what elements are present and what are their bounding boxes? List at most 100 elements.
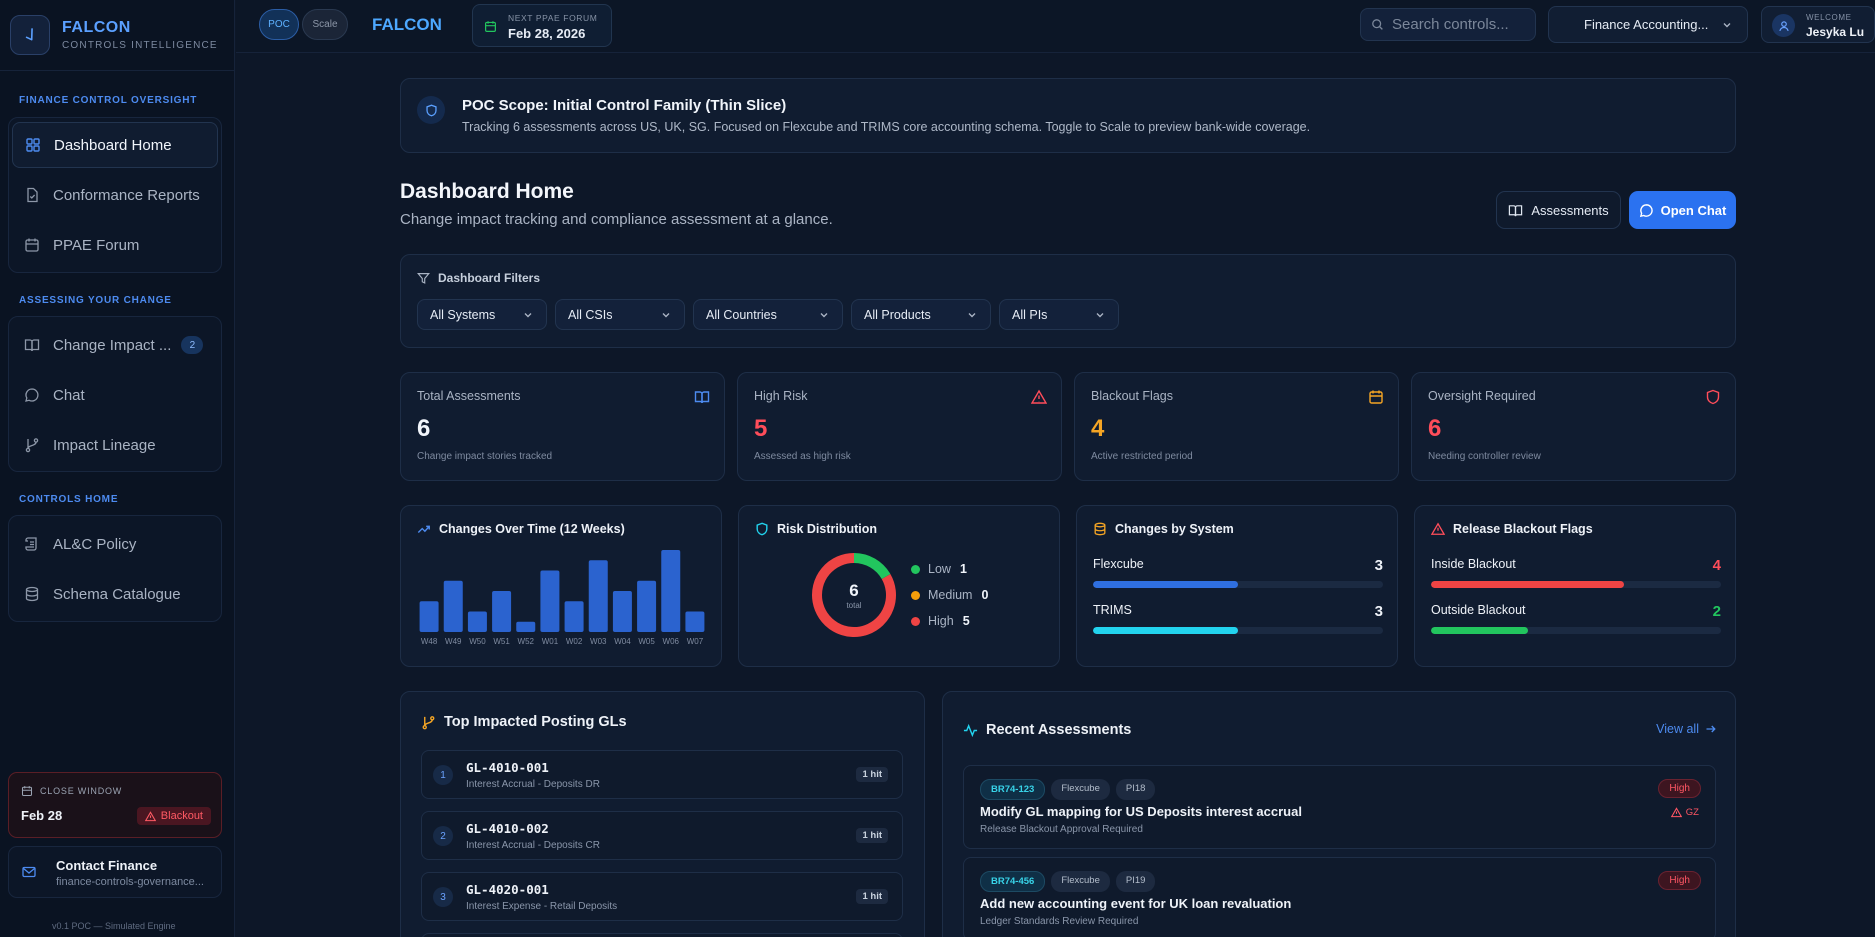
bar-W50[interactable] — [467, 611, 487, 633]
filter-products[interactable]: All Products — [851, 299, 991, 330]
forum-label: NEXT PPAE FORUM — [508, 13, 598, 23]
sidebar-item-change-impact[interactable]: Change Impact ... 2 — [12, 322, 218, 368]
assessment-subtitle: Release Blackout Approval Required — [980, 824, 1143, 835]
scope-description: Tracking 6 assessments across US, UK, SG… — [462, 120, 1311, 134]
search-input[interactable] — [1392, 16, 1522, 33]
bar-W03[interactable] — [588, 560, 608, 632]
sidebar-item-dashboard-home[interactable]: Dashboard Home — [12, 122, 218, 168]
stat-card-oversight-required[interactable]: Oversight Required 6 Needing controller … — [1411, 372, 1736, 481]
recent-assessments-panel: Recent Assessments View all BR74-123 Fle… — [942, 691, 1736, 937]
assessment-id-tag[interactable]: BR74-123 — [980, 779, 1046, 800]
gl-hit-badge: 1 hit — [856, 828, 888, 843]
assessments-button[interactable]: Assessments — [1496, 191, 1621, 229]
assessment-list-item[interactable]: BR74-456 Flexcube PI19 Add new accountin… — [963, 857, 1716, 937]
sidebar-item-chat[interactable]: Chat — [12, 372, 218, 418]
bar-W07[interactable] — [685, 611, 705, 633]
blackout-row-inside: Inside Blackout 4 — [1431, 557, 1721, 588]
gl-list-item[interactable]: 3 GL-4020-001 Interest Expense - Retail … — [421, 872, 903, 921]
file-check-icon — [27, 187, 38, 203]
bar-W02[interactable] — [564, 601, 584, 632]
assessment-pi-tag: PI19 — [1115, 871, 1156, 892]
open-chat-button[interactable]: Open Chat — [1629, 191, 1736, 229]
legend-high: High 5 — [911, 614, 970, 628]
stat-card-high-risk[interactable]: High Risk 5 Assessed as high risk — [737, 372, 1062, 481]
chevron-down-icon — [662, 312, 670, 317]
system-count: 3 — [1374, 603, 1383, 620]
search-box[interactable] — [1360, 8, 1536, 41]
filter-pis[interactable]: All PIs — [999, 299, 1119, 330]
calendar-icon — [1369, 390, 1383, 404]
user-menu[interactable]: WELCOME Jesyka Lu — [1761, 6, 1875, 43]
sidebar-item-label: Change Impact ... — [53, 336, 172, 354]
gl-list-item[interactable]: 1 GL-4010-001 Interest Accrual - Deposit… — [421, 750, 903, 799]
contact-email[interactable]: finance-controls-governance... — [56, 876, 216, 888]
chevron-down-icon — [820, 312, 828, 317]
mode-scale-button[interactable]: Scale — [302, 9, 348, 40]
filter-csis[interactable]: All CSIs — [555, 299, 685, 330]
stat-card-blackout-flags[interactable]: Blackout Flags 4 Active restricted perio… — [1074, 372, 1399, 481]
book-icon — [1509, 204, 1523, 216]
dashboard-filters: Dashboard Filters All Systems All CSIs A… — [400, 254, 1736, 348]
sidebar: FALCON CONTROLS INTELLIGENCE FINANCE CON… — [0, 0, 235, 937]
filter-countries-value: All Countries — [706, 307, 777, 322]
next-forum-pill[interactable]: NEXT PPAE FORUM Feb 28, 2026 — [472, 4, 612, 47]
sidebar-item-conformance-reports[interactable]: Conformance Reports — [12, 172, 218, 218]
nav-group-controls: AL&C Policy Schema Catalogue — [8, 515, 222, 622]
mode-poc-button[interactable]: POC — [259, 9, 299, 40]
filters-heading: Dashboard Filters — [438, 271, 541, 285]
legend-value: 5 — [962, 614, 970, 628]
bar-W04[interactable] — [612, 591, 632, 632]
panel-title: Recent Assessments — [986, 722, 1132, 738]
bar-W01[interactable] — [540, 570, 560, 633]
brand[interactable]: FALCON CONTROLS INTELLIGENCE — [10, 15, 218, 55]
x-tick-label: W02 — [566, 637, 583, 646]
contact-finance-card[interactable]: Contact Finance finance-controls-governa… — [8, 846, 222, 898]
gl-list-item[interactable] — [421, 933, 903, 937]
close-window-card[interactable]: CLOSE WINDOW Feb 28 Blackout — [8, 772, 222, 838]
donut-slice-low[interactable] — [853, 553, 891, 580]
legend-label: Medium — [928, 588, 973, 602]
user-name: Jesyka Lu — [1806, 25, 1865, 39]
database-icon — [1094, 522, 1106, 536]
sidebar-item-label: Conformance Reports — [53, 186, 200, 204]
bar-W05[interactable] — [637, 580, 657, 632]
risk-distribution-panel: Risk Distribution 6 total Low 1 Medium 0 H… — [738, 505, 1060, 667]
filter-systems[interactable]: All Systems — [417, 299, 547, 330]
assessment-list-item[interactable]: BR74-123 Flexcube PI18 Modify GL mapping… — [963, 765, 1716, 849]
stat-card-total-assessments[interactable]: Total Assessments 6 Change impact storie… — [400, 372, 725, 481]
sidebar-item-schema-catalogue[interactable]: Schema Catalogue — [12, 571, 218, 617]
assessment-id-tag[interactable]: BR74-456 — [980, 871, 1046, 892]
falcon-logo-icon — [10, 15, 50, 55]
sidebar-item-ppae-forum[interactable]: PPAE Forum — [12, 222, 218, 268]
stat-value: 4 — [1091, 415, 1105, 442]
bar-W49[interactable] — [443, 580, 463, 632]
x-tick-label: W03 — [590, 637, 607, 646]
nav-group-assessing: Change Impact ... 2 Chat Impact Lineage — [8, 316, 222, 472]
gl-list-item[interactable]: 2 GL-4010-002 Interest Accrual - Deposit… — [421, 811, 903, 860]
book-icon — [694, 391, 710, 404]
view-all-link[interactable]: View all — [1656, 722, 1717, 736]
bar-W52[interactable] — [516, 621, 536, 632]
blackout-count: 4 — [1712, 557, 1721, 574]
database-icon — [25, 586, 39, 602]
org-select[interactable]: Finance Accounting... — [1548, 6, 1748, 43]
bar-W48[interactable] — [419, 601, 439, 632]
sidebar-item-label: Chat — [53, 386, 85, 404]
x-tick-label: W07 — [687, 637, 704, 646]
bar-W51[interactable] — [492, 591, 512, 632]
brand-subtitle: CONTROLS INTELLIGENCE — [62, 40, 218, 51]
alert-icon — [1031, 389, 1047, 404]
user-welcome: WELCOME — [1806, 13, 1852, 22]
sidebar-item-label: Schema Catalogue — [53, 585, 181, 603]
gl-code: GL-4010-001 — [466, 760, 549, 775]
system-label: Flexcube — [1093, 557, 1144, 571]
sidebar-item-impact-lineage[interactable]: Impact Lineage — [12, 422, 218, 468]
assessment-system-tag: Flexcube — [1051, 871, 1110, 892]
x-tick-label: W04 — [614, 637, 631, 646]
chevron-down-icon — [524, 312, 532, 317]
alert-icon — [1431, 522, 1445, 535]
book-icon — [24, 339, 40, 352]
filter-countries[interactable]: All Countries — [693, 299, 843, 330]
sidebar-item-alc-policy[interactable]: AL&C Policy — [12, 521, 218, 567]
bar-W06[interactable] — [661, 550, 681, 632]
